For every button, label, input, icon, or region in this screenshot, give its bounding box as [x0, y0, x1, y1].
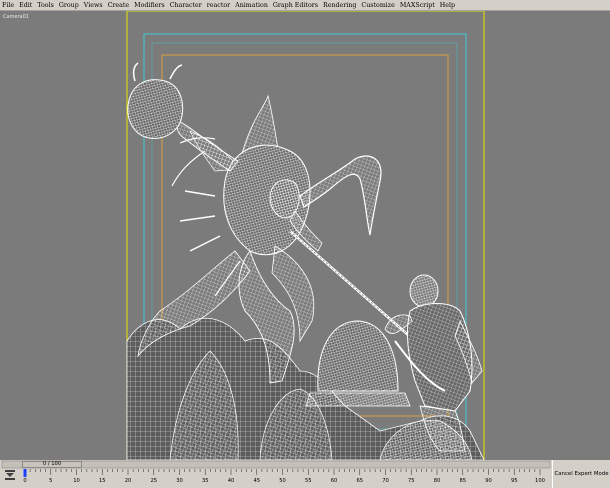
ruler-tick-label: 75: [408, 478, 415, 484]
menu-graph-editors[interactable]: Graph Editors: [273, 0, 318, 11]
ruler-tick-label: 40: [228, 478, 235, 484]
timeline-panel: 0 / 100 0 5 10 15 20 25 30 35 40 45 50 55 60 65 70 75 80…: [0, 460, 610, 488]
viewport-label: Camera01: [3, 14, 29, 20]
ruler-tick-label: 100: [535, 478, 545, 484]
time-slider-track[interactable]: [0, 460, 552, 469]
ruler-tick-label: 35: [202, 478, 209, 484]
track-bar-toggle-icon[interactable]: [4, 469, 16, 483]
timeline-ruler[interactable]: 0 5 10 15 20 25 30 35 40 45 50 55 60 65 70 75 80 85 90 95 10…: [20, 469, 552, 488]
menu-bar: File Edit Tools Group Views Create Modifiers Ch…: [0, 0, 610, 11]
menu-modifiers[interactable]: Modifiers: [134, 0, 164, 11]
menu-animation[interactable]: Animation: [235, 0, 268, 11]
cancel-expert-mode-button[interactable]: Cancel Expert Mode: [552, 460, 610, 488]
ruler-tick-label: 25: [150, 478, 157, 484]
ruler-tick-label: 20: [125, 478, 132, 484]
ruler-tick-label: 5: [49, 478, 52, 484]
menu-reactor[interactable]: reactor: [207, 0, 230, 11]
menu-help[interactable]: Help: [440, 0, 455, 11]
menu-group[interactable]: Group: [59, 0, 79, 11]
shield-dome: [305, 320, 411, 407]
ruler-tick-label: 60: [331, 478, 338, 484]
camera-viewport[interactable]: Camera01: [0, 11, 610, 460]
ruler-tick-label: 70: [382, 478, 389, 484]
menu-maxscript[interactable]: MAXScript: [400, 0, 435, 11]
ruler-tick-label: 65: [356, 478, 363, 484]
ruler-tick-label: 90: [485, 478, 492, 484]
ruler-tick-label: 55: [305, 478, 312, 484]
ruler-tick-label: 85: [459, 478, 466, 484]
time-slider-label: 0 / 100: [42, 461, 62, 467]
ruler-tick-label: 95: [511, 478, 518, 484]
ruler-tick-label: 80: [434, 478, 441, 484]
menu-rendering[interactable]: Rendering: [323, 0, 356, 11]
menu-file[interactable]: File: [2, 0, 14, 11]
warrior-figure: [384, 274, 483, 452]
menu-edit[interactable]: Edit: [19, 0, 32, 11]
ruler-tick-label: 30: [176, 478, 183, 484]
ruler-tick-label: 10: [73, 478, 80, 484]
ruler-tick-label: 50: [279, 478, 286, 484]
ruler-tick-label: 15: [99, 478, 106, 484]
menu-create[interactable]: Create: [108, 0, 130, 11]
menu-character[interactable]: Character: [170, 0, 202, 11]
ruler-tick-label: 0: [23, 478, 26, 484]
time-slider-thumb[interactable]: 0 / 100: [22, 461, 82, 468]
current-frame-marker: [23, 469, 27, 477]
wireframe-scene: [126, 11, 485, 460]
menu-tools[interactable]: Tools: [37, 0, 54, 11]
menu-views[interactable]: Views: [84, 0, 103, 11]
menu-customize[interactable]: Customize: [361, 0, 394, 11]
ruler-tick-label: 45: [253, 478, 260, 484]
